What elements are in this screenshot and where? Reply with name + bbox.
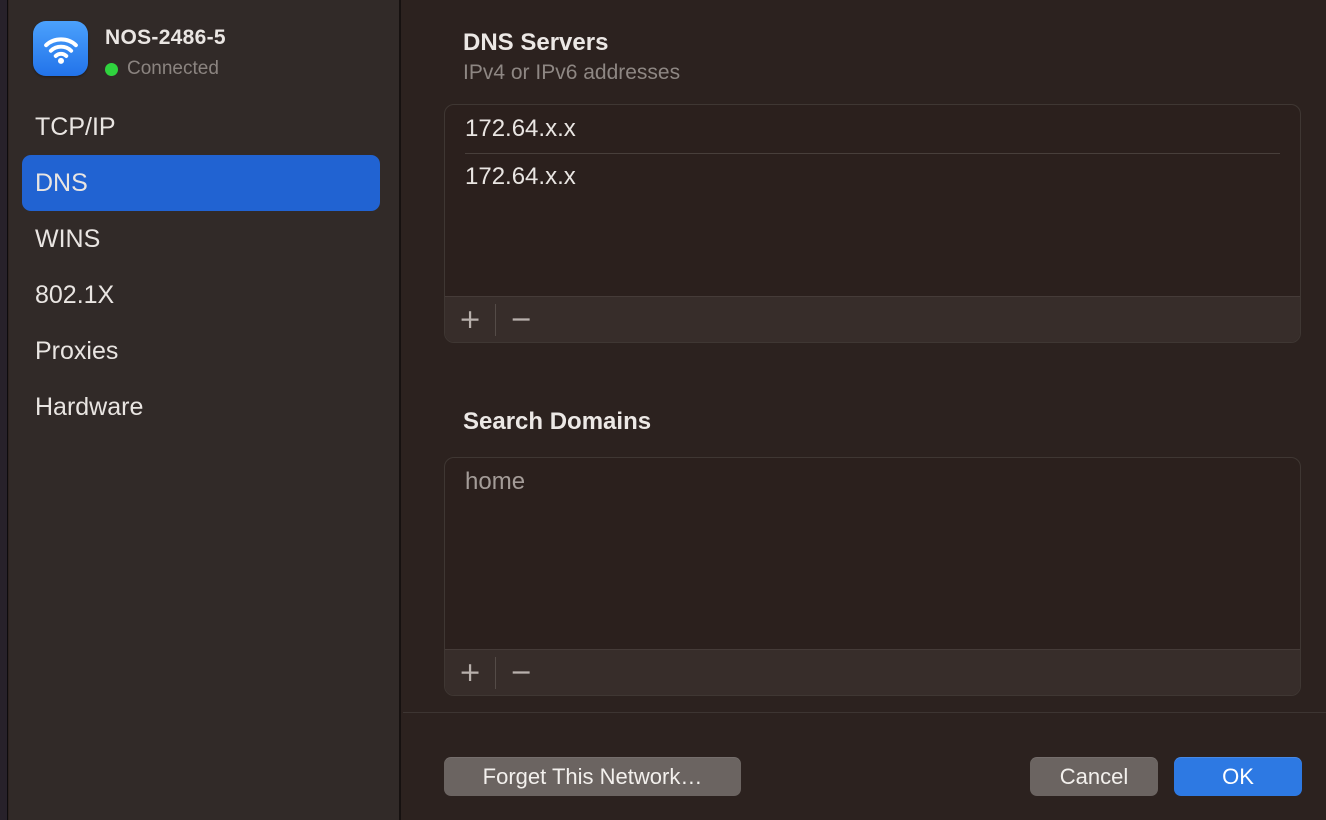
connected-status-label: Connected <box>127 58 219 80</box>
connection-status: Connected <box>105 58 219 80</box>
row-divider <box>465 153 1280 154</box>
sidebar-item-label: DNS <box>35 169 88 198</box>
sidebar-item-wins[interactable]: WINS <box>22 211 380 267</box>
sidebar-item-proxies[interactable]: Proxies <box>22 323 380 379</box>
window-edge <box>0 0 8 820</box>
sidebar-item-label: 802.1X <box>35 281 114 310</box>
sidebar: NOS-2486-5 Connected TCP/IP DNS WINS 802… <box>9 0 401 820</box>
ok-button[interactable]: OK <box>1174 757 1302 796</box>
connected-status-dot <box>105 63 118 76</box>
wifi-glyph <box>42 30 80 68</box>
wifi-icon <box>33 21 88 76</box>
search-domains-toolbar: + − <box>445 649 1300 695</box>
remove-dns-server-button[interactable]: − <box>496 297 546 342</box>
sidebar-item-label: WINS <box>35 225 100 254</box>
sidebar-item-tcpip[interactable]: TCP/IP <box>22 99 380 155</box>
add-dns-server-button[interactable]: + <box>445 297 495 342</box>
dns-servers-title: DNS Servers <box>463 29 608 57</box>
sidebar-item-dns[interactable]: DNS <box>22 155 380 211</box>
remove-search-domain-button[interactable]: − <box>496 650 546 695</box>
search-domain-entry[interactable]: home <box>445 458 1300 506</box>
dns-servers-toolbar: + − <box>445 296 1300 342</box>
sidebar-item-8021x[interactable]: 802.1X <box>22 267 380 323</box>
footer-separator <box>403 712 1326 713</box>
sidebar-item-label: Hardware <box>35 393 143 422</box>
search-domains-list: home + − <box>444 457 1301 696</box>
network-name: NOS-2486-5 <box>105 26 226 50</box>
dns-servers-subtitle: IPv4 or IPv6 addresses <box>463 61 680 85</box>
sidebar-item-label: TCP/IP <box>35 113 116 142</box>
cancel-button[interactable]: Cancel <box>1030 757 1158 796</box>
dns-server-entry[interactable]: 172.64.x.x <box>445 105 1300 153</box>
settings-nav: TCP/IP DNS WINS 802.1X Proxies Hardware <box>9 99 399 435</box>
dns-servers-list: 172.64.x.x 172.64.x.x + − <box>444 104 1301 343</box>
sidebar-item-hardware[interactable]: Hardware <box>22 379 380 435</box>
dns-server-entry[interactable]: 172.64.x.x <box>445 153 1300 201</box>
search-domains-title: Search Domains <box>463 408 651 436</box>
sidebar-item-label: Proxies <box>35 337 118 366</box>
forget-network-button[interactable]: Forget This Network… <box>444 757 741 796</box>
add-search-domain-button[interactable]: + <box>445 650 495 695</box>
